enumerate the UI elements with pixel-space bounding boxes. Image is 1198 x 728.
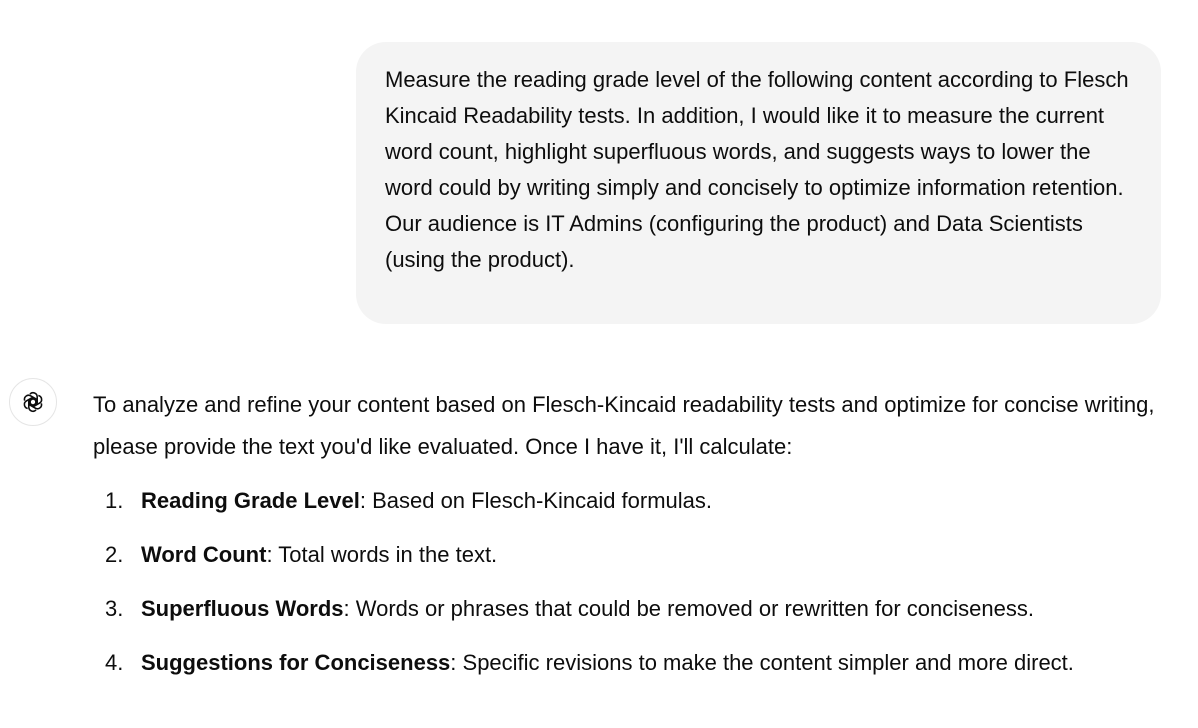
list-item-title: Word Count: [141, 542, 267, 567]
user-message-text: Measure the reading grade level of the f…: [385, 67, 1129, 272]
list-item: 4. Suggestions for Conciseness: Specific…: [93, 642, 1183, 684]
assistant-message: To analyze and refine your content based…: [93, 384, 1183, 696]
list-item-number: 1.: [105, 488, 124, 513]
list-item-number: 4.: [105, 650, 124, 675]
assistant-intro-text: To analyze and refine your content based…: [93, 392, 1155, 459]
list-item-title: Reading Grade Level: [141, 488, 360, 513]
list-item-title: Superfluous Words: [141, 596, 344, 621]
list-item-description: : Words or phrases that could be removed…: [343, 596, 1034, 621]
list-item-description: : Specific revisions to make the content…: [450, 650, 1074, 675]
list-item: 1. Reading Grade Level: Based on Flesch-…: [93, 480, 1183, 522]
list-item-description: : Based on Flesch-Kincaid formulas.: [359, 488, 713, 513]
list-item-title: Suggestions for Conciseness: [141, 650, 451, 675]
list-item-number: 3.: [105, 596, 124, 621]
list-item: 2. Word Count: Total words in the text.: [93, 534, 1183, 576]
assistant-avatar: [9, 378, 57, 426]
list-item: 3. Superfluous Words: Words or phrases t…: [93, 588, 1183, 630]
list-item-number: 2.: [105, 542, 124, 567]
calculation-list: 1. Reading Grade Level: Based on Flesch-…: [93, 480, 1183, 684]
user-message-bubble: Measure the reading grade level of the f…: [356, 42, 1161, 324]
list-item-description: : Total words in the text.: [266, 542, 498, 567]
openai-logo-icon: [23, 391, 43, 413]
